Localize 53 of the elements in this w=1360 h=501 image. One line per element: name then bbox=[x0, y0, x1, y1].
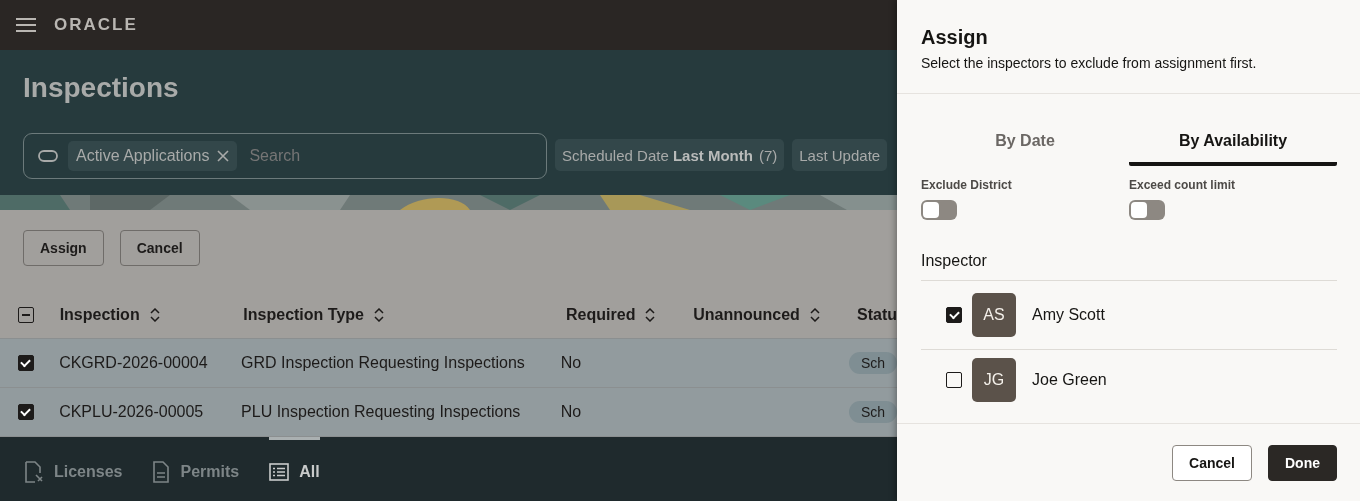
filter-chip[interactable]: Active Applications bbox=[68, 141, 238, 171]
tab[interactable]: By Date bbox=[921, 120, 1129, 166]
list-icon bbox=[269, 462, 290, 481]
cancel-button[interactable]: Cancel bbox=[1172, 444, 1252, 481]
checkbox[interactable] bbox=[17, 404, 34, 420]
checkbox[interactable] bbox=[17, 307, 34, 323]
document-icon bbox=[24, 460, 44, 483]
column-header[interactable]: Statu bbox=[857, 306, 897, 324]
table-cell: No bbox=[560, 354, 582, 371]
sort-icon[interactable] bbox=[373, 308, 384, 322]
close-icon[interactable] bbox=[217, 150, 230, 162]
tab[interactable]: By Availability bbox=[1129, 120, 1337, 166]
done-button[interactable]: Done bbox=[1268, 444, 1337, 481]
toggle-switch[interactable] bbox=[921, 200, 957, 220]
toggle-label: Exclude District bbox=[921, 178, 1013, 192]
status-badge: Sch bbox=[848, 352, 897, 374]
action-button[interactable]: Assign bbox=[23, 230, 104, 266]
inspector-name: Amy Scott bbox=[1032, 306, 1105, 324]
action-button[interactable]: Cancel bbox=[119, 230, 200, 266]
drawer-title: Assign bbox=[921, 26, 989, 49]
sort-icon[interactable] bbox=[809, 308, 820, 322]
avatar: AS bbox=[972, 293, 1016, 337]
inspector-name: Joe Green bbox=[1032, 371, 1107, 389]
page-title: Inspections bbox=[23, 72, 180, 105]
column-header[interactable]: Required bbox=[566, 306, 636, 324]
nav-tab[interactable]: All bbox=[269, 437, 320, 501]
table-cell: GRD Inspection Requesting Inspections bbox=[241, 354, 525, 371]
table-cell: No bbox=[560, 403, 582, 420]
table-cell: CKGRD-2026-00004 bbox=[59, 354, 208, 371]
table-cell: CKPLU-2026-00005 bbox=[59, 403, 204, 420]
checkbox[interactable] bbox=[17, 355, 34, 371]
menu-icon[interactable] bbox=[16, 17, 36, 33]
avatar: JG bbox=[972, 358, 1016, 402]
document-icon bbox=[152, 460, 171, 483]
search-field[interactable]: Active Applications Search bbox=[23, 133, 547, 179]
table-cell: PLU Inspection Requesting Inspections bbox=[241, 403, 521, 420]
toggle-switch[interactable] bbox=[1129, 200, 1165, 220]
list-header: Inspector bbox=[921, 252, 1337, 281]
sort-icon[interactable] bbox=[149, 308, 160, 322]
column-header[interactable]: Inspection Type bbox=[243, 306, 364, 324]
column-header[interactable]: Unannounced bbox=[693, 306, 800, 324]
sort-icon[interactable] bbox=[645, 308, 656, 322]
checkbox[interactable] bbox=[946, 372, 962, 388]
status-badge: Sch bbox=[848, 401, 897, 423]
nav-tab[interactable]: Permits bbox=[152, 437, 240, 501]
drawer-subtitle: Select the inspectors to exclude from assignment first. bbox=[921, 55, 1258, 71]
checkbox[interactable] bbox=[946, 307, 962, 323]
logo: ORACLE bbox=[54, 15, 138, 35]
filter-chip[interactable]: Last Update bbox=[792, 139, 888, 171]
filter-chip[interactable]: Scheduled Date Last Month (7) bbox=[555, 139, 785, 171]
toggle-label: Exceed count limit bbox=[1129, 178, 1237, 192]
nav-tab[interactable]: Licenses bbox=[24, 437, 123, 501]
column-header[interactable]: Inspection bbox=[59, 306, 140, 324]
